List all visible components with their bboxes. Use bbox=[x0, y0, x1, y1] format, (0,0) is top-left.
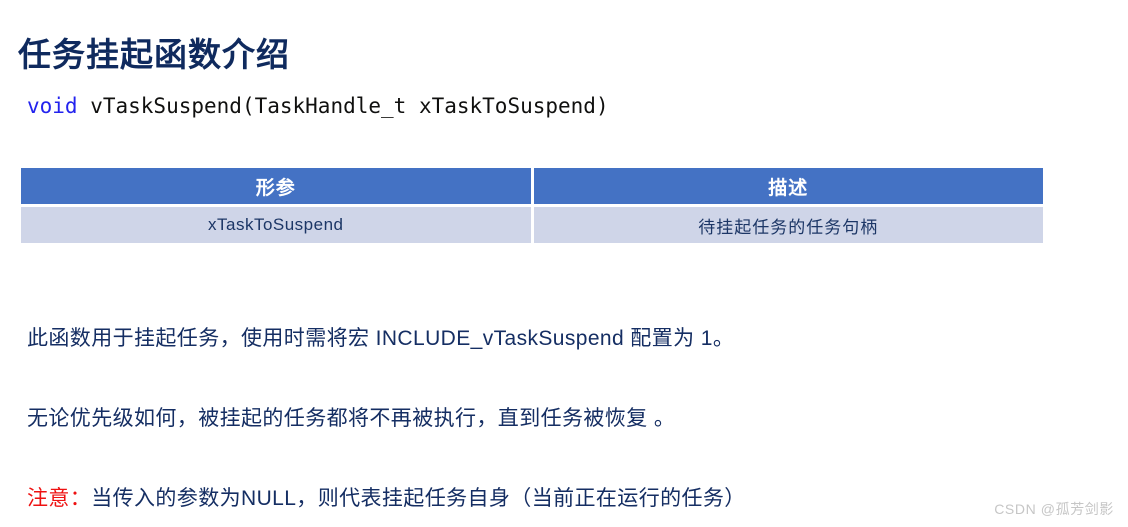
paragraph-priority-note: 无论优先级如何，被挂起的任务都将不再被执行，直到任务被恢复 。 bbox=[27, 407, 676, 430]
table-header-row: 形参 描述 bbox=[21, 168, 1043, 204]
paragraph-usage-note: 此函数用于挂起任务，使用时需将宏 INCLUDE_vTaskSuspend 配置… bbox=[27, 327, 735, 350]
paragraph-notice: 注意：当传入的参数为NULL，则代表挂起任务自身（当前正在运行的任务） bbox=[27, 484, 746, 514]
parameter-table: 形参 描述 xTaskToSuspend 待挂起任务的任务句柄 bbox=[18, 165, 1046, 246]
code-signature-rest: vTaskSuspend(TaskHandle_t xTaskToSuspend… bbox=[77, 94, 609, 118]
page-title: 任务挂起函数介绍 bbox=[18, 36, 290, 74]
notice-text: 当传入的参数为NULL，则代表挂起任务自身（当前正在运行的任务） bbox=[91, 487, 746, 510]
table-row: xTaskToSuspend 待挂起任务的任务句柄 bbox=[21, 207, 1043, 243]
slide-canvas: 任务挂起函数介绍 void vTaskSuspend(TaskHandle_t … bbox=[0, 0, 1128, 527]
csdn-watermark: CSDN @孤芳剑影 bbox=[994, 501, 1114, 517]
table-header-description: 描述 bbox=[533, 168, 1043, 204]
table-header-param: 形参 bbox=[21, 168, 531, 204]
table-cell-param-description: 待挂起任务的任务句柄 bbox=[533, 207, 1043, 243]
function-signature: void vTaskSuspend(TaskHandle_t xTaskToSu… bbox=[27, 92, 609, 120]
notice-label: 注意： bbox=[27, 487, 92, 510]
table-cell-param-name: xTaskToSuspend bbox=[21, 207, 531, 243]
code-keyword-void: void bbox=[27, 94, 78, 118]
